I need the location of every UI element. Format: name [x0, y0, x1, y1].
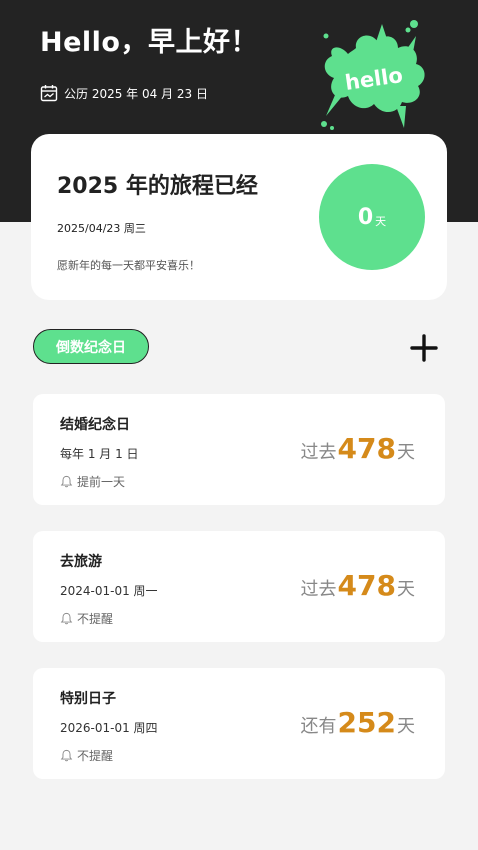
day-count-prefix: 过去 [300, 442, 337, 463]
bell-icon [60, 475, 73, 488]
day-count-unit: 天 [397, 579, 415, 600]
day-count-unit: 天 [397, 442, 415, 463]
countdown-category-tag[interactable]: 倒数纪念日 [33, 329, 149, 364]
event-reminder: 不提醒 [60, 747, 113, 764]
days-elapsed-value: 0 [357, 204, 374, 230]
year-progress-card: 2025 年的旅程已经 2025/04/23 周三 愿新年的每一天都平安喜乐！ … [31, 134, 447, 300]
days-elapsed-unit: 天 [375, 215, 387, 228]
bell-icon [60, 749, 73, 762]
event-reminder-text: 提前一天 [77, 475, 126, 489]
day-count-value: 478 [337, 432, 396, 465]
event-reminder: 不提醒 [60, 610, 113, 627]
calendar-date-text: 公历 2025 年 04 月 23 日 [64, 86, 208, 101]
greeting-title: Hello，早上好！ [40, 27, 258, 58]
add-icon[interactable] [409, 333, 439, 363]
day-count-value: 478 [337, 569, 396, 602]
calendar-icon [40, 85, 58, 102]
bell-icon [60, 612, 73, 625]
today-date: 2025/04/23 周三 [57, 222, 146, 235]
new-year-wish: 愿新年的每一天都平安喜乐！ [57, 259, 200, 272]
day-count-unit: 天 [397, 716, 415, 737]
day-count-value: 252 [337, 706, 396, 739]
event-day-count: 过去 478 天 [301, 569, 415, 602]
event-reminder-text: 不提醒 [77, 612, 114, 626]
event-date: 每年 1 月 1 日 [60, 447, 139, 461]
event-name: 去旅游 [60, 554, 102, 570]
event-date: 2024-01-01 周一 [60, 584, 158, 598]
event-day-count: 过去 478 天 [301, 432, 415, 465]
event-reminder: 提前一天 [60, 473, 125, 490]
event-reminder-text: 不提醒 [77, 749, 114, 763]
day-count-prefix: 还有 [300, 716, 337, 737]
event-day-count: 还有 252 天 [301, 706, 415, 739]
event-card[interactable]: 去旅游 2024-01-01 周一 不提醒 过去 478 天 [33, 531, 445, 642]
event-date: 2026-01-01 周四 [60, 721, 158, 735]
event-name: 结婚纪念日 [60, 417, 130, 433]
days-elapsed-circle: 0 天 [319, 164, 425, 270]
calendar-date-row: 公历 2025 年 04 月 23 日 [40, 84, 208, 102]
event-name: 特别日子 [60, 691, 116, 707]
event-card[interactable]: 结婚纪念日 每年 1 月 1 日 提前一天 过去 478 天 [33, 394, 445, 505]
day-count-prefix: 过去 [300, 579, 337, 600]
event-card[interactable]: 特别日子 2026-01-01 周四 不提醒 还有 252 天 [33, 668, 445, 779]
hello-splash-logo: hello [321, 20, 425, 130]
year-progress-title: 2025 年的旅程已经 [57, 174, 258, 199]
